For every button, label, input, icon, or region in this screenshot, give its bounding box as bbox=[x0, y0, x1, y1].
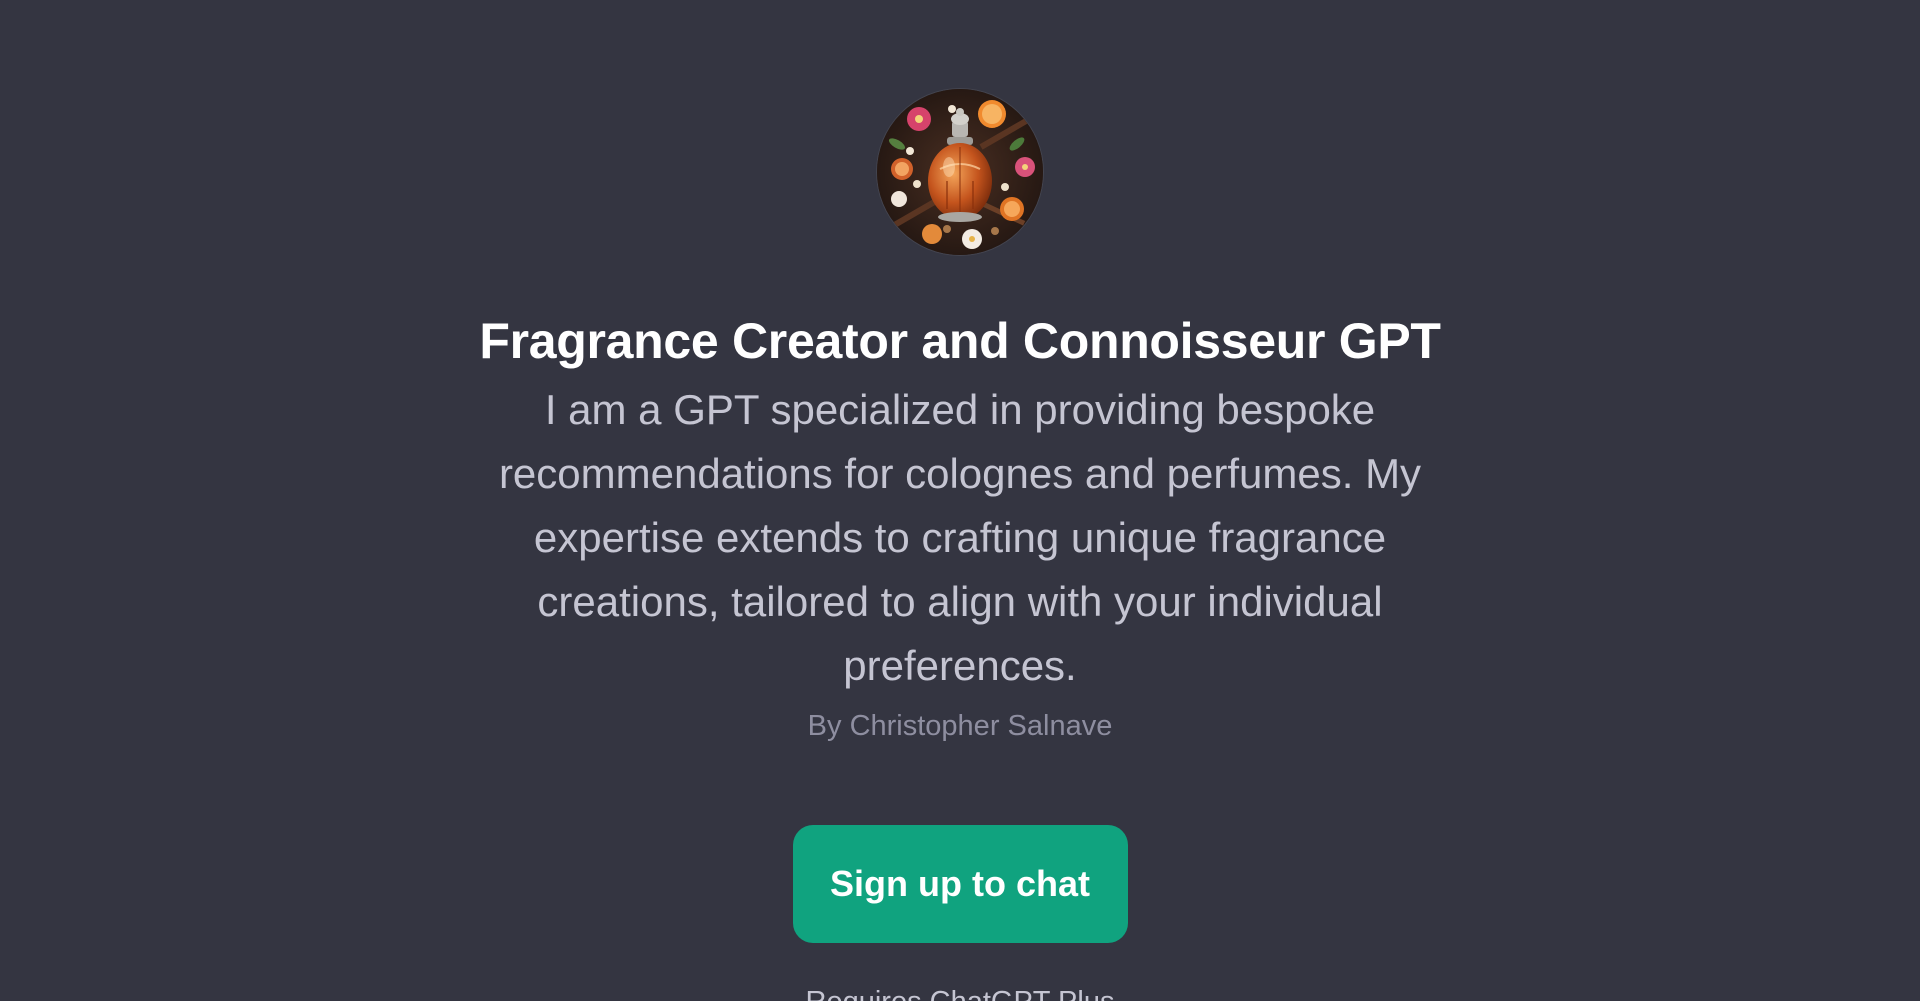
gpt-author: By Christopher Salnave bbox=[807, 710, 1113, 742]
gpt-landing-page: Fragrance Creator and Connoisseur GPT I … bbox=[0, 0, 1920, 1001]
sign-up-to-chat-button[interactable]: Sign up to chat bbox=[792, 825, 1128, 943]
perfume-bottle-icon bbox=[877, 89, 1043, 255]
gpt-title: Fragrance Creator and Connoisseur GPT bbox=[479, 313, 1441, 369]
gpt-description: I am a GPT specialized in providing besp… bbox=[498, 386, 1422, 689]
plus-requirement-note: Requires ChatGPT Plus bbox=[0, 982, 1920, 1001]
gpt-avatar bbox=[877, 89, 1043, 255]
